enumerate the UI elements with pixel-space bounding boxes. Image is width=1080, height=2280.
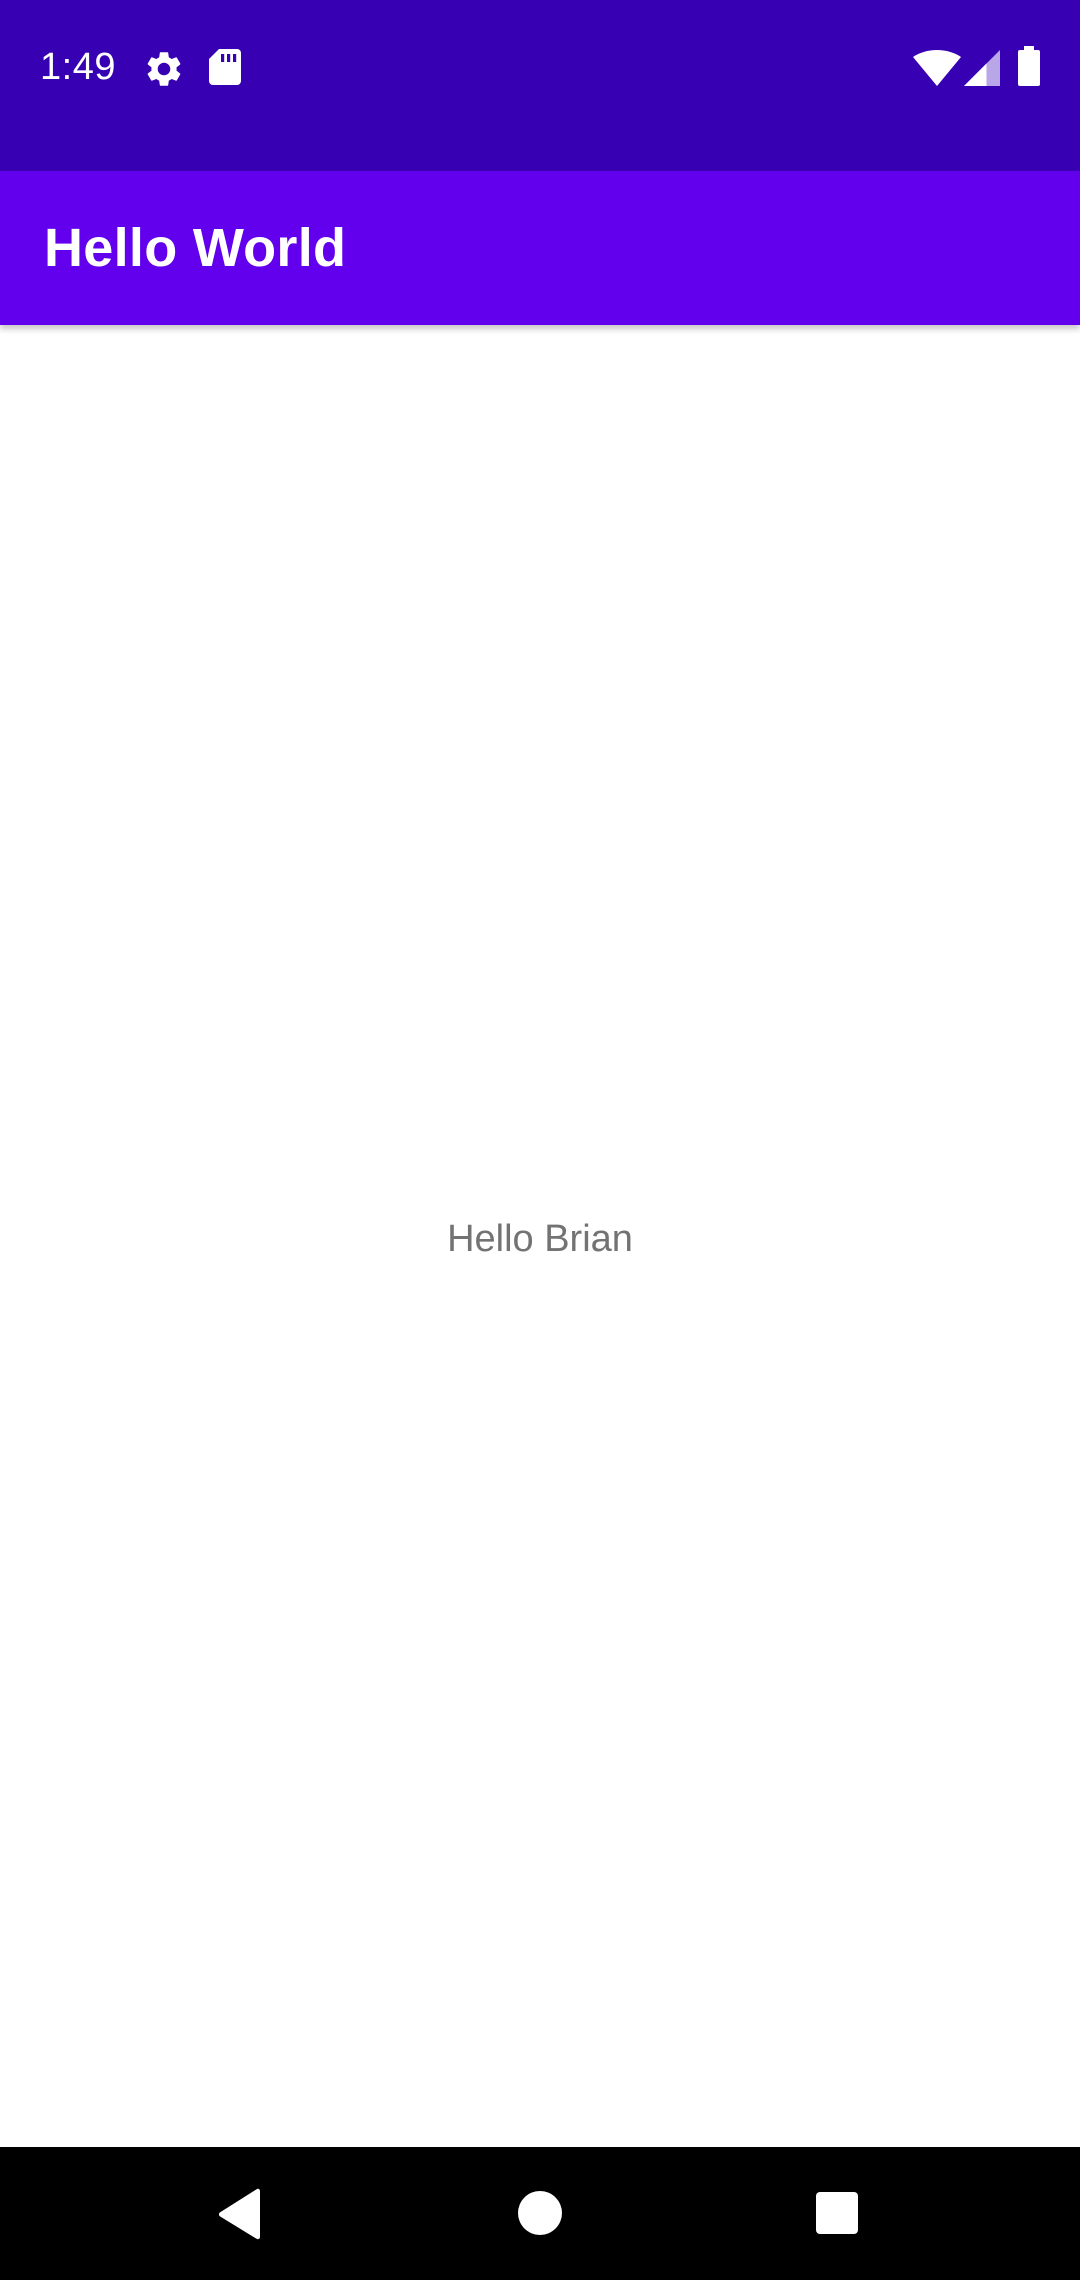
settings-icon [147, 52, 181, 86]
status-time: 1:49 [40, 46, 116, 88]
back-icon[interactable] [216, 2188, 264, 2240]
phone-screen: 1:49 Hello World Hello Brian [0, 0, 1080, 2280]
hello-message: Hello Brian [447, 1218, 633, 1260]
main-content: Hello Brian [0, 325, 1080, 2147]
app-bar: Hello World [0, 171, 1080, 325]
home-icon[interactable] [518, 2191, 562, 2235]
cell-signal-icon [964, 50, 1000, 86]
battery-icon [1018, 46, 1040, 86]
navigation-bar [0, 2147, 1080, 2280]
sd-card-icon [209, 49, 241, 85]
app-title: Hello World [44, 218, 347, 278]
status-bar: 1:49 [0, 0, 1080, 171]
wifi-icon [913, 50, 961, 86]
recents-icon[interactable] [816, 2192, 858, 2234]
